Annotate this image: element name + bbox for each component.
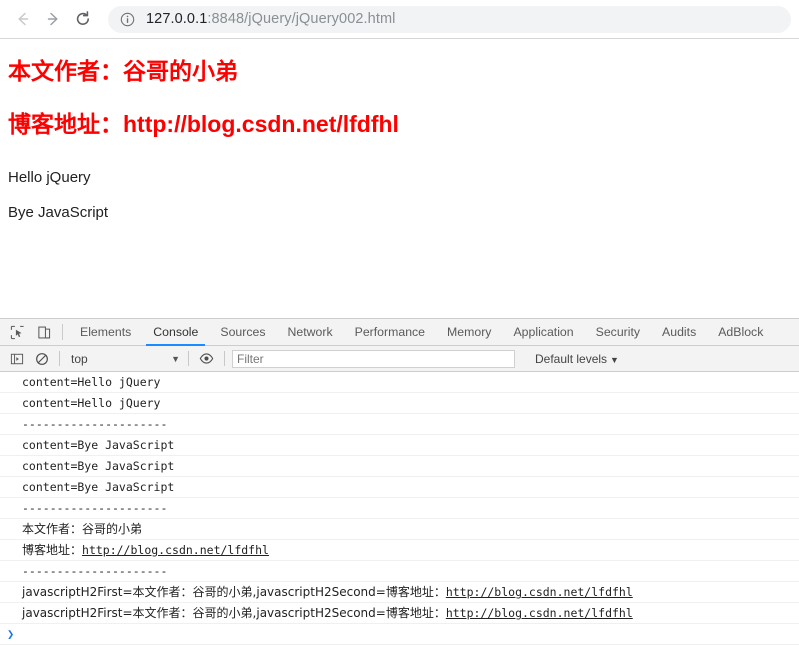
- tab-application[interactable]: Application: [502, 319, 584, 345]
- console-row: content=Hello jQuery: [0, 393, 799, 414]
- browser-toolbar: 127.0.0.1:8848/jQuery/jQuery002.html: [0, 0, 799, 39]
- console-row: javascriptH2First=本文作者：谷哥的小弟,javascriptH…: [0, 582, 799, 603]
- tab-memory[interactable]: Memory: [436, 319, 502, 345]
- console-row: content=Bye JavaScript: [0, 435, 799, 456]
- tab-audits[interactable]: Audits: [651, 319, 707, 345]
- tab-adblock[interactable]: AdBlock: [707, 319, 774, 345]
- console-row: ---------------------: [0, 561, 799, 582]
- device-toolbar-button[interactable]: [31, 319, 58, 345]
- console-row-text: 博客地址：: [22, 543, 83, 557]
- console-row-text: javascriptH2First=本文作者：谷哥的小弟,javascriptH…: [22, 606, 446, 620]
- live-expression-eye-icon: [199, 353, 214, 364]
- page-heading-blog-url: 博客地址：http://blog.csdn.net/lfdfhl: [8, 111, 399, 138]
- prompt-chevron-icon: ❯: [7, 627, 15, 641]
- url-host: 127.0.0.1: [146, 11, 208, 27]
- filterbar-divider-2: [188, 351, 189, 366]
- devtools-tabbar: Elements Console Sources Network Perform…: [0, 319, 799, 346]
- console-row: content=Bye JavaScript: [0, 456, 799, 477]
- filterbar-divider-3: [224, 351, 225, 366]
- tab-performance[interactable]: Performance: [344, 319, 436, 345]
- console-row: content=Bye JavaScript: [0, 477, 799, 498]
- execution-context-value: top: [71, 351, 88, 366]
- page-paragraph-hello: Hello jQuery: [8, 168, 91, 186]
- clear-console-button[interactable]: [29, 347, 54, 371]
- reload-button[interactable]: [68, 4, 98, 34]
- inspect-element-button[interactable]: [4, 319, 31, 345]
- back-arrow-icon: [18, 12, 29, 26]
- clear-console-icon: [35, 352, 48, 365]
- reload-icon: [76, 11, 89, 25]
- console-row: ---------------------: [0, 414, 799, 435]
- log-levels-label: Default levels: [535, 351, 608, 366]
- toolbar-divider: [62, 324, 63, 340]
- live-expression-button[interactable]: [194, 347, 219, 371]
- chevron-down-icon: ▼: [610, 354, 619, 365]
- page-viewport: 本文作者：谷哥的小弟 博客地址：http://blog.csdn.net/lfd…: [0, 39, 799, 318]
- console-link[interactable]: http://blog.csdn.net/lfdfhl: [82, 543, 269, 557]
- page-heading-author: 本文作者：谷哥的小弟: [8, 58, 238, 84]
- console-filter-input[interactable]: [232, 349, 515, 368]
- tab-elements[interactable]: Elements: [69, 319, 142, 345]
- tab-network[interactable]: Network: [277, 319, 344, 345]
- console-sidebar-button[interactable]: [4, 347, 29, 371]
- console-filter-toolbar: top ▼ Default levels▼: [0, 346, 799, 372]
- inspect-element-icon: [10, 325, 24, 339]
- address-bar-url: 127.0.0.1:8848/jQuery/jQuery002.html: [146, 11, 395, 27]
- devtools-panel: Elements Console Sources Network Perform…: [0, 318, 799, 645]
- console-row: ---------------------: [0, 498, 799, 519]
- forward-arrow-icon: [47, 12, 58, 26]
- console-link[interactable]: http://blog.csdn.net/lfdfhl: [446, 585, 633, 599]
- console-row: 本文作者：谷哥的小弟: [0, 519, 799, 540]
- console-sidebar-icon: [10, 353, 23, 364]
- console-row: 博客地址：http://blog.csdn.net/lfdfhl: [0, 540, 799, 561]
- filterbar-divider-1: [59, 351, 60, 366]
- page-paragraph-bye: Bye JavaScript: [8, 203, 109, 221]
- console-input-prompt[interactable]: ❯: [0, 624, 799, 645]
- tab-sources[interactable]: Sources: [209, 319, 276, 345]
- console-link[interactable]: http://blog.csdn.net/lfdfhl: [446, 606, 633, 620]
- tab-console[interactable]: Console: [142, 319, 209, 346]
- execution-context-select[interactable]: top ▼: [65, 352, 183, 366]
- console-row-text: javascriptH2First=本文作者：谷哥的小弟,javascriptH…: [22, 585, 446, 599]
- forward-button[interactable]: [38, 4, 68, 34]
- console-row: javascriptH2First=本文作者：谷哥的小弟,javascriptH…: [0, 603, 799, 624]
- console-message-list: content=Hello jQuery content=Hello jQuer…: [0, 372, 799, 645]
- log-levels-select[interactable]: Default levels ▼: [535, 352, 619, 366]
- device-toolbar-icon: [38, 326, 51, 338]
- console-row: content=Hello jQuery: [0, 372, 799, 393]
- tab-security[interactable]: Security: [585, 319, 651, 345]
- chevron-down-icon: ▼: [171, 353, 180, 364]
- back-button[interactable]: [8, 4, 38, 34]
- url-path: :8848/jQuery/jQuery002.html: [207, 11, 396, 27]
- info-circle-icon[interactable]: [120, 12, 135, 27]
- address-bar[interactable]: 127.0.0.1:8848/jQuery/jQuery002.html: [108, 5, 791, 33]
